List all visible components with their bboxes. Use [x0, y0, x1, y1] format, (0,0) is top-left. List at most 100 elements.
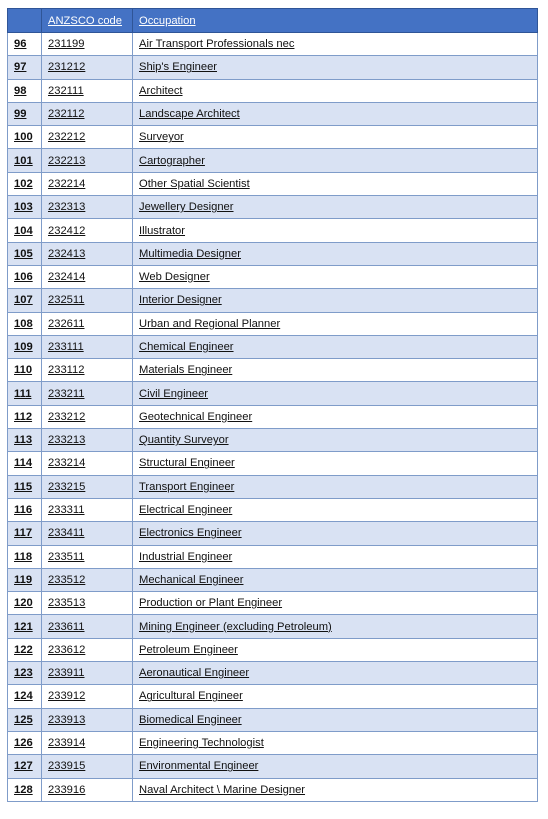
row-number[interactable]: 126	[14, 737, 33, 749]
row-number[interactable]: 124	[14, 690, 33, 702]
anzsco-code-link[interactable]: 232111	[48, 85, 84, 97]
occupation-link[interactable]: Landscape Architect	[139, 108, 240, 120]
occupation-link[interactable]: Ship's Engineer	[139, 61, 217, 73]
occupation-link[interactable]: Other Spatial Scientist	[139, 178, 250, 190]
occupation-link[interactable]: Naval Architect \ Marine Designer	[139, 784, 305, 796]
occupation-link[interactable]: Petroleum Engineer	[139, 644, 238, 656]
anzsco-code-link[interactable]: 233215	[48, 481, 85, 493]
row-number[interactable]: 99	[14, 108, 26, 120]
anzsco-code-link[interactable]: 232511	[48, 294, 85, 306]
anzsco-code-link[interactable]: 231199	[48, 38, 85, 50]
anzsco-code-link[interactable]: 233112	[48, 364, 85, 376]
occupation-link[interactable]: Electronics Engineer	[139, 527, 242, 539]
row-number[interactable]: 106	[14, 271, 33, 283]
row-number[interactable]: 117	[14, 527, 32, 539]
anzsco-code-link[interactable]: 232213	[48, 155, 85, 167]
row-number[interactable]: 110	[14, 364, 32, 376]
occupation-link[interactable]: Geotechnical Engineer	[139, 411, 252, 423]
anzsco-code-link[interactable]: 232413	[48, 248, 85, 260]
occupation-link[interactable]: Surveyor	[139, 131, 184, 143]
row-number[interactable]: 113	[14, 434, 32, 446]
row-number[interactable]: 98	[14, 85, 26, 97]
row-number[interactable]: 112	[14, 411, 32, 423]
occupation-link[interactable]: Interior Designer	[139, 294, 222, 306]
row-number[interactable]: 115	[14, 481, 32, 493]
occupation-link[interactable]: Agricultural Engineer	[139, 690, 243, 702]
row-number[interactable]: 116	[14, 504, 32, 516]
occupation-link[interactable]: Architect	[139, 85, 183, 97]
row-number[interactable]: 101	[14, 155, 33, 167]
occupation-link[interactable]: Web Designer	[139, 271, 210, 283]
row-number[interactable]: 118	[14, 551, 32, 563]
row-number[interactable]: 122	[14, 644, 33, 656]
occupation-link[interactable]: Structural Engineer	[139, 457, 235, 469]
row-number[interactable]: 121	[14, 621, 33, 633]
row-number[interactable]: 128	[14, 784, 33, 796]
table-row: 113 233213 Quantity Surveyor	[7, 428, 538, 453]
anzsco-code-link[interactable]: 233213	[48, 434, 85, 446]
row-number[interactable]: 111	[14, 388, 31, 400]
occupation-link[interactable]: Production or Plant Engineer	[139, 597, 282, 609]
anzsco-code-link[interactable]: 233511	[48, 551, 85, 563]
anzsco-code-link[interactable]: 233411	[48, 527, 85, 539]
row-number[interactable]: 125	[14, 714, 33, 726]
anzsco-code-link[interactable]: 233911	[48, 667, 85, 679]
occupation-link[interactable]: Multimedia Designer	[139, 248, 241, 260]
row-number[interactable]: 114	[14, 457, 32, 469]
anzsco-code-link[interactable]: 232112	[48, 108, 85, 120]
occupation-link[interactable]: Engineering Technologist	[139, 737, 264, 749]
row-number[interactable]: 120	[14, 597, 33, 609]
anzsco-code-link[interactable]: 233915	[48, 760, 85, 772]
anzsco-code-link[interactable]: 233111	[48, 341, 84, 353]
row-number[interactable]: 100	[14, 131, 33, 143]
occupation-link[interactable]: Biomedical Engineer	[139, 714, 242, 726]
anzsco-code-link[interactable]: 232313	[48, 201, 85, 213]
anzsco-code-link[interactable]: 233912	[48, 690, 85, 702]
occupation-link[interactable]: Chemical Engineer	[139, 341, 234, 353]
occupation-link[interactable]: Environmental Engineer	[139, 760, 258, 772]
anzsco-code-link[interactable]: 232214	[48, 178, 85, 190]
occupation-link[interactable]: Air Transport Professionals nec	[139, 38, 294, 50]
row-number[interactable]: 97	[14, 61, 26, 73]
occupation-link[interactable]: Civil Engineer	[139, 388, 208, 400]
anzsco-code-link[interactable]: 233512	[48, 574, 85, 586]
row-number[interactable]: 127	[14, 760, 33, 772]
anzsco-code-link[interactable]: 232414	[48, 271, 85, 283]
occupation-link[interactable]: Mechanical Engineer	[139, 574, 243, 586]
row-number[interactable]: 108	[14, 318, 33, 330]
occupation-link[interactable]: Aeronautical Engineer	[139, 667, 249, 679]
row-number[interactable]: 103	[14, 201, 33, 213]
row-number[interactable]: 109	[14, 341, 33, 353]
occupation-link[interactable]: Transport Engineer	[139, 481, 234, 493]
anzsco-code-link[interactable]: 233611	[48, 621, 85, 633]
occupation-link[interactable]: Quantity Surveyor	[139, 434, 229, 446]
anzsco-code-link[interactable]: 233212	[48, 411, 85, 423]
occupation-link[interactable]: Mining Engineer (excluding Petroleum)	[139, 621, 332, 633]
occupation-link[interactable]: Materials Engineer	[139, 364, 232, 376]
row-number[interactable]: 104	[14, 225, 33, 237]
row-number[interactable]: 123	[14, 667, 33, 679]
occupation-link[interactable]: Illustrator	[139, 225, 185, 237]
anzsco-code-link[interactable]: 233913	[48, 714, 85, 726]
row-number[interactable]: 119	[14, 574, 32, 586]
anzsco-code-link[interactable]: 232212	[48, 131, 85, 143]
anzsco-code-link[interactable]: 233311	[48, 504, 85, 516]
anzsco-code-link[interactable]: 233914	[48, 737, 85, 749]
occupation-link[interactable]: Jewellery Designer	[139, 201, 234, 213]
row-number[interactable]: 96	[14, 38, 26, 50]
anzsco-code-link[interactable]: 232412	[48, 225, 85, 237]
anzsco-code-link[interactable]: 233916	[48, 784, 85, 796]
anzsco-code-link[interactable]: 233513	[48, 597, 85, 609]
occupation-link[interactable]: Urban and Regional Planner	[139, 318, 280, 330]
row-number[interactable]: 102	[14, 178, 33, 190]
occupation-link[interactable]: Cartographer	[139, 155, 205, 167]
occupation-link[interactable]: Electrical Engineer	[139, 504, 232, 516]
row-number[interactable]: 105	[14, 248, 33, 260]
anzsco-code-link[interactable]: 233612	[48, 644, 85, 656]
anzsco-code-link[interactable]: 233214	[48, 457, 85, 469]
anzsco-code-link[interactable]: 232611	[48, 318, 85, 330]
row-number[interactable]: 107	[14, 294, 33, 306]
occupation-link[interactable]: Industrial Engineer	[139, 551, 232, 563]
anzsco-code-link[interactable]: 233211	[48, 388, 85, 400]
anzsco-code-link[interactable]: 231212	[48, 61, 85, 73]
